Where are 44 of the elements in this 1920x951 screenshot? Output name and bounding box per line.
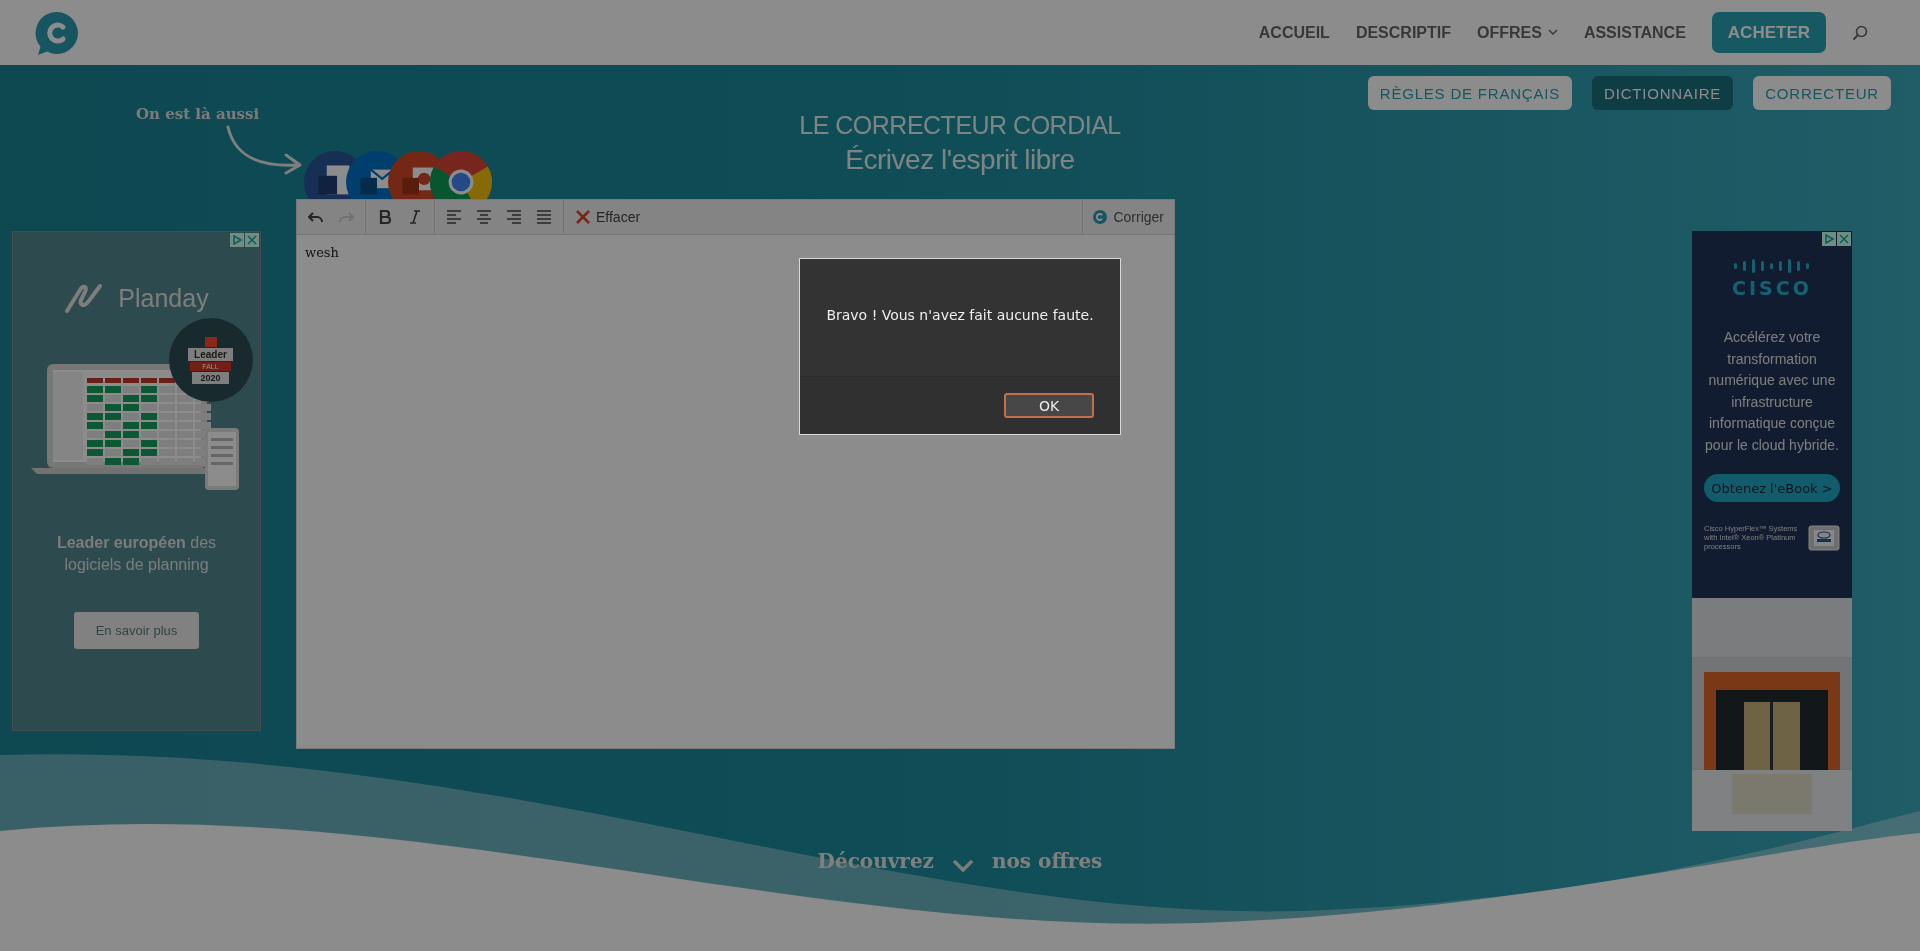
cta-text: nos offres <box>992 849 1103 873</box>
alert-message: Bravo ! Vous n'avez fait aucune faute. <box>826 307 1094 323</box>
align-left-icon <box>446 209 462 225</box>
brand-name: CISCO <box>1732 277 1812 299</box>
caret-icon <box>1547 29 1558 36</box>
ad-info-icon[interactable] <box>1822 232 1836 246</box>
editor-text: wesh <box>305 245 340 260</box>
badge-title: Leader <box>188 347 233 361</box>
align-right-icon <box>506 209 522 225</box>
ad-tagline: Leader européen des logiciels de planning <box>55 533 218 575</box>
section-tab[interactable]: DICTIONNAIRE <box>1592 76 1734 110</box>
close-icon[interactable] <box>245 233 259 247</box>
section-tab[interactable]: RÈGLES DE FRANÇAIS <box>1367 76 1573 110</box>
ok-button[interactable]: OK <box>1004 393 1094 418</box>
badge-year: 2020 <box>192 371 229 384</box>
nav-link[interactable]: ASSISTANCE <box>1583 23 1686 42</box>
promo-text: On est là aussi <box>136 105 261 123</box>
signal-bars-icon <box>1734 259 1810 273</box>
nav-link[interactable]: DESCRIPTIF <box>1355 23 1451 42</box>
clear-button[interactable]: Effacer <box>568 205 648 229</box>
ad-text: Accélérez votre transformation numérique avec une infrastructure informatique conçue pour le cloud hybride. <box>1704 328 1840 455</box>
justify-icon <box>536 209 552 225</box>
nav-link[interactable]: ACCUEIL <box>1258 23 1330 42</box>
nav-link[interactable]: OFFRES <box>1477 23 1558 42</box>
ad-info-icon[interactable] <box>230 233 244 247</box>
learn-more-button[interactable]: En savoir plus <box>74 612 199 649</box>
italic-icon <box>407 209 423 225</box>
bold-icon <box>377 209 393 225</box>
chevron-down-icon[interactable] <box>952 859 974 873</box>
buy-button[interactable]: ACHETER <box>1711 12 1826 53</box>
clear-icon <box>575 209 591 225</box>
ebook-button[interactable]: Obtenez l'eBook > <box>1704 474 1840 502</box>
section-tab[interactable]: CORRECTEUR <box>1753 76 1891 110</box>
logo-icon <box>1093 210 1108 224</box>
align-center-icon <box>476 209 492 225</box>
undo-icon <box>308 209 324 225</box>
brand-name: Planday <box>118 283 209 313</box>
logo-icon[interactable] <box>34 9 80 56</box>
page-subtitle: Écrivez l'esprit libre <box>844 144 1076 176</box>
page-title: LE CORRECTEUR CORDIAL <box>799 111 1121 140</box>
search-icon[interactable] <box>1852 24 1868 41</box>
cta-text: Découvrez <box>817 849 934 873</box>
chip-icon <box>1808 524 1840 551</box>
close-icon[interactable] <box>1837 232 1851 246</box>
